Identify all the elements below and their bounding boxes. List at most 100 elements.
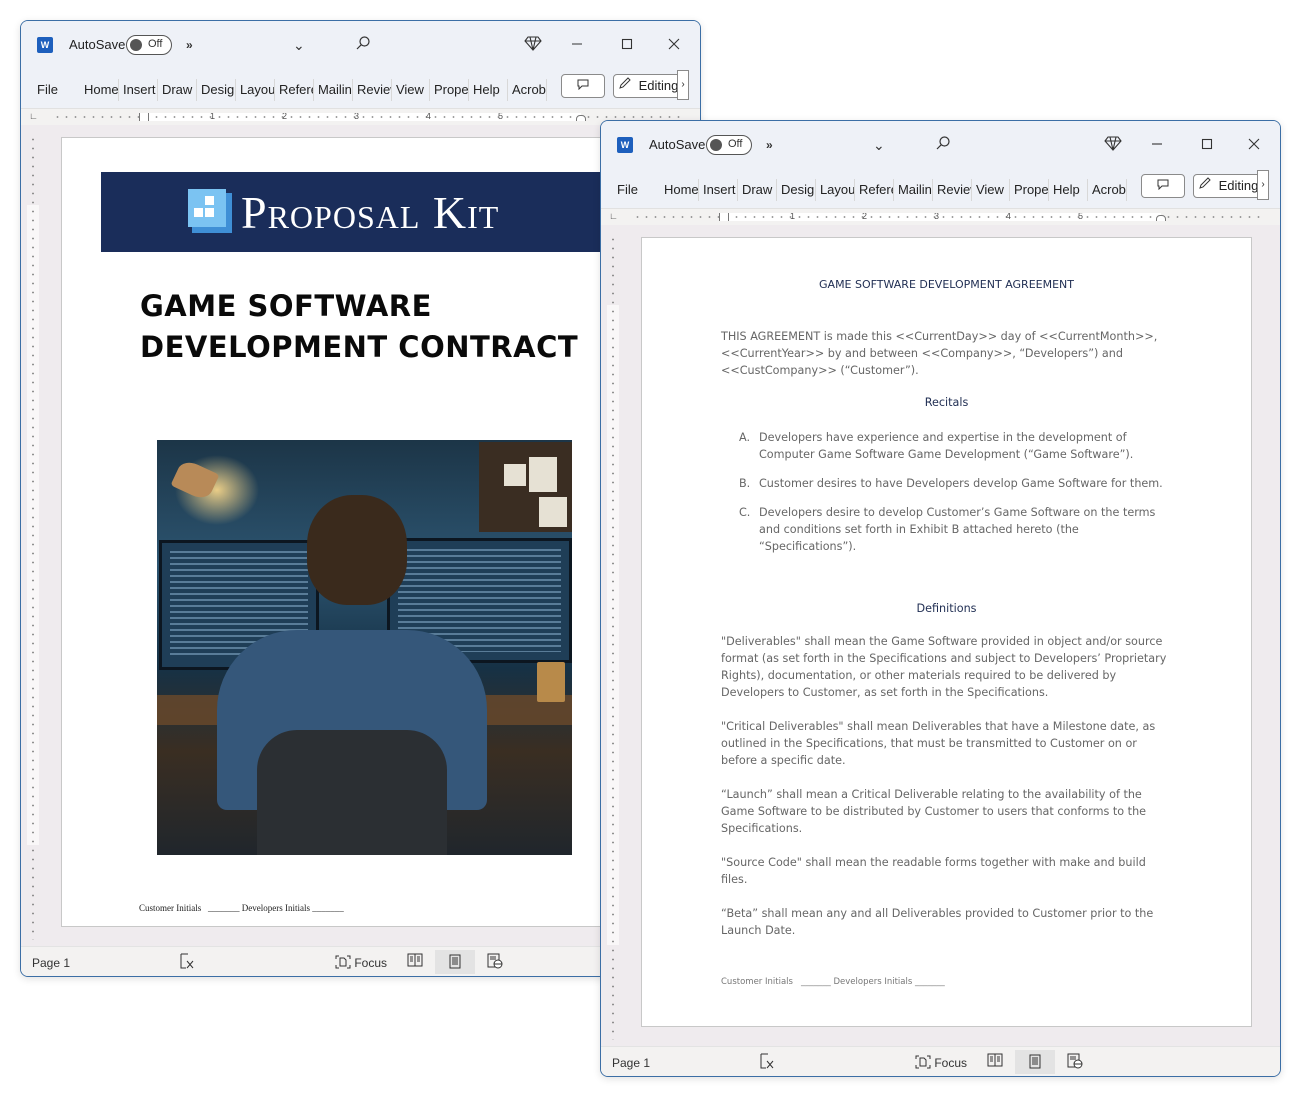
tab-selector-icon[interactable]: ∟ <box>29 111 38 121</box>
read-mode-icon[interactable] <box>407 953 423 970</box>
definitions-heading: Definitions <box>916 602 977 615</box>
tab-view[interactable]: View <box>392 79 430 101</box>
tab-layout[interactable]: Layout <box>236 79 275 101</box>
word-icon-letter: W <box>40 40 50 50</box>
tab-insert[interactable]: Insert <box>699 179 738 201</box>
tab-home[interactable]: Home <box>660 179 699 201</box>
agreement-intro: THIS AGREEMENT is made this <<CurrentDay… <box>721 330 1158 377</box>
toggle-knob <box>710 139 722 151</box>
left-indent-marker[interactable] <box>139 113 149 121</box>
close-icon[interactable] <box>668 35 680 55</box>
document-page[interactable]: GAME SOFTWARE DEVELOPMENT AGREEMENT THIS… <box>641 237 1252 1027</box>
ruler-label: 3 <box>354 113 360 121</box>
tab-acrobat[interactable]: Acrobat <box>1088 179 1127 201</box>
ruler-label: 1 <box>790 213 796 221</box>
word-window-cover: W AutoSave Off » ⌄ File Home Insert Draw <box>20 20 701 977</box>
pencil-icon <box>1198 177 1216 193</box>
definition-paragraph: “Launch” shall mean a Critical Deliverab… <box>721 788 1147 835</box>
ruler-label: 4 <box>1006 213 1012 221</box>
ribbon-expand-button[interactable]: › <box>677 70 689 100</box>
tab-selector-icon[interactable]: ∟ <box>609 211 618 221</box>
tab-properties[interactable]: Properties <box>1010 179 1049 201</box>
toggle-knob <box>130 39 142 51</box>
cover-title-line-1: GAME SOFTWARE <box>140 289 432 323</box>
more-commands-icon[interactable]: » <box>766 135 773 155</box>
word-icon-letter: W <box>620 140 630 150</box>
ribbon-expand-button[interactable]: › <box>1257 170 1269 200</box>
left-indent-marker[interactable] <box>719 213 729 221</box>
cover-image[interactable] <box>157 440 572 855</box>
tab-review[interactable]: Review <box>933 179 972 201</box>
tab-insert[interactable]: Insert <box>119 79 158 101</box>
tab-design[interactable]: Design <box>197 79 236 101</box>
autosave-state: Off <box>728 138 743 150</box>
ruler-label: 5 <box>1078 213 1084 221</box>
tab-draw[interactable]: Draw <box>158 79 197 101</box>
more-commands-icon[interactable]: » <box>186 35 193 55</box>
horizontal-ruler[interactable]: 1 2 3 4 5 <box>631 213 1261 221</box>
autosave-toggle[interactable]: Off <box>126 35 172 55</box>
ruler-label: 2 <box>862 213 868 221</box>
status-bar: Page 1 Focus <box>601 1046 1280 1076</box>
document-canvas[interactable]: GAME SOFTWARE DEVELOPMENT AGREEMENT THIS… <box>601 225 1280 1046</box>
autosave-label: AutoSave <box>649 137 706 152</box>
track-changes-icon[interactable] <box>759 1053 775 1072</box>
tab-mailings[interactable]: Mailings <box>894 179 933 201</box>
tab-draw[interactable]: Draw <box>738 179 777 201</box>
tab-file[interactable]: File <box>33 79 80 101</box>
tab-references[interactable]: References <box>855 179 894 201</box>
right-indent-marker[interactable] <box>1156 215 1166 221</box>
chevron-down-icon[interactable]: ⌄ <box>293 35 305 55</box>
minimize-icon[interactable] <box>1151 135 1163 155</box>
tab-file[interactable]: File <box>613 179 660 201</box>
ribbon-tabs: File Home Insert Draw Design Layout Refe… <box>33 79 547 101</box>
close-icon[interactable] <box>1248 135 1260 155</box>
tab-references[interactable]: References <box>275 79 314 101</box>
maximize-icon[interactable] <box>621 35 633 55</box>
read-mode-icon[interactable] <box>987 1053 1003 1070</box>
focus-button[interactable]: Focus <box>335 955 387 970</box>
print-layout-icon[interactable] <box>1015 1050 1055 1074</box>
right-indent-marker[interactable] <box>576 115 586 121</box>
comments-button[interactable] <box>1141 174 1185 198</box>
tab-mailings[interactable]: Mailings <box>314 79 353 101</box>
track-changes-icon[interactable] <box>179 953 195 972</box>
premium-diamond-icon[interactable] <box>524 35 542 56</box>
document-canvas[interactable]: Proposal Kit GAME SOFTWARE DEVELOPMENT C… <box>21 125 700 946</box>
search-icon[interactable] <box>355 35 371 56</box>
ruler-label: 1 <box>210 113 216 121</box>
tab-acrobat[interactable]: Acrobat <box>508 79 547 101</box>
tab-help[interactable]: Help <box>1049 179 1088 201</box>
page-number[interactable]: Page 1 <box>612 1056 650 1070</box>
premium-diamond-icon[interactable] <box>1104 135 1122 156</box>
horizontal-ruler[interactable]: 1 2 3 4 5 <box>51 113 681 121</box>
search-icon[interactable] <box>935 135 951 156</box>
tab-review[interactable]: Review <box>353 79 392 101</box>
recital-item: A. Developers have experience and expert… <box>739 429 1179 463</box>
focus-button[interactable]: Focus <box>915 1055 967 1070</box>
tab-help[interactable]: Help <box>469 79 508 101</box>
focus-label: Focus <box>354 956 388 970</box>
definition-paragraph: “Beta” shall mean any and all Deliverabl… <box>721 907 1154 937</box>
proposal-kit-logo-icon <box>188 189 232 233</box>
chevron-down-icon[interactable]: ⌄ <box>873 135 885 155</box>
page-number[interactable]: Page 1 <box>32 956 70 970</box>
word-window-agreement: W AutoSave Off » ⌄ File Home Insert Draw <box>600 120 1281 1077</box>
comments-button[interactable] <box>561 74 605 98</box>
web-layout-icon[interactable] <box>1067 1053 1083 1072</box>
autosave-toggle[interactable]: Off <box>706 135 752 155</box>
tab-layout[interactable]: Layout <box>816 179 855 201</box>
vertical-ruler[interactable] <box>27 135 39 940</box>
tab-home[interactable]: Home <box>80 79 119 101</box>
tab-view[interactable]: View <box>972 179 1010 201</box>
web-layout-icon[interactable] <box>487 953 503 972</box>
office-chair <box>257 730 447 855</box>
tab-design[interactable]: Design <box>777 179 816 201</box>
tab-properties[interactable]: Properties <box>430 79 469 101</box>
recital-text: Developers desire to develop Customer’s … <box>759 506 1156 553</box>
minimize-icon[interactable] <box>571 35 583 55</box>
person-head <box>307 495 407 605</box>
vertical-ruler[interactable] <box>607 235 619 1040</box>
print-layout-icon[interactable] <box>435 950 475 974</box>
maximize-icon[interactable] <box>1201 135 1213 155</box>
